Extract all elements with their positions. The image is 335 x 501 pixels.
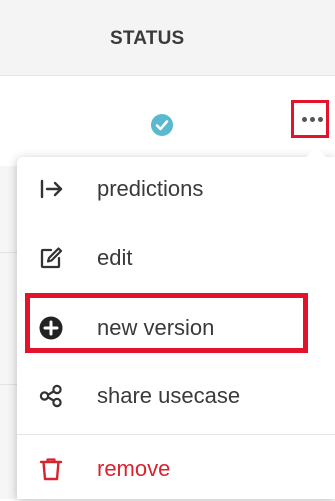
share-icon bbox=[38, 383, 64, 409]
menu-item-remove[interactable]: remove bbox=[17, 437, 335, 501]
menu-item-label: remove bbox=[97, 456, 171, 481]
menu-item-predictions[interactable]: predictions bbox=[17, 157, 335, 221]
menu-item-new-version[interactable]: new version bbox=[17, 296, 335, 360]
check-circle-icon bbox=[151, 114, 173, 136]
row-actions-menu: predictions edit new version share useca… bbox=[17, 147, 335, 501]
menu-item-label: share usecase bbox=[97, 383, 241, 408]
status-column-header: STATUS bbox=[110, 28, 185, 49]
menu-item-edit[interactable]: edit bbox=[17, 226, 335, 290]
menu-divider bbox=[17, 434, 335, 435]
edit-icon bbox=[38, 245, 64, 271]
more-horizontal-icon bbox=[302, 117, 323, 122]
table-row bbox=[0, 76, 335, 166]
arrow-right-to-line-icon bbox=[38, 176, 64, 202]
menu-item-share-usecase[interactable]: share usecase bbox=[17, 364, 335, 428]
table-header: STATUS bbox=[0, 0, 335, 76]
menu-caret bbox=[306, 147, 326, 157]
menu-item-label: predictions bbox=[97, 176, 204, 201]
plus-circle-icon bbox=[38, 315, 64, 341]
menu-item-label: new version bbox=[97, 315, 215, 340]
more-actions-button[interactable] bbox=[291, 100, 329, 138]
trash-icon bbox=[38, 456, 64, 482]
menu-item-label: edit bbox=[97, 245, 133, 270]
